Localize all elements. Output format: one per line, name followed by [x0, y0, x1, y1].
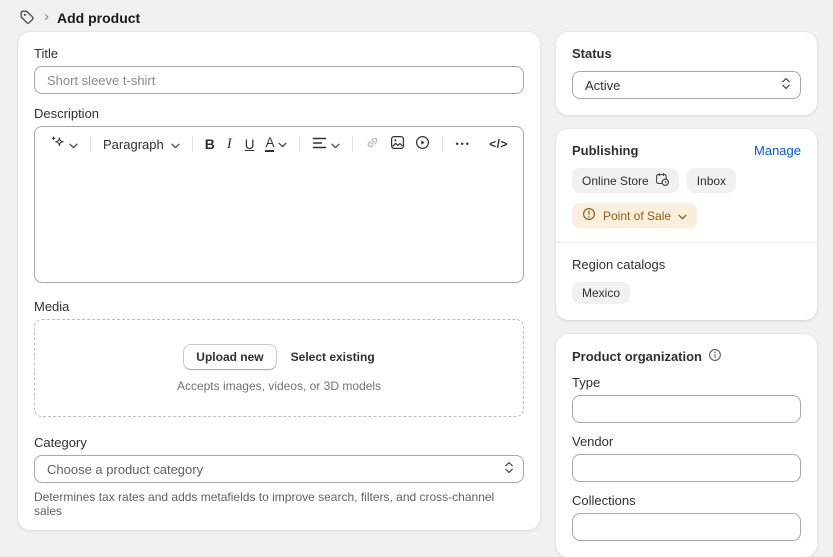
underline-button[interactable]: U [239, 134, 261, 155]
underline-label: U [244, 136, 255, 152]
description-editor: Paragraph B I U A ••• </> [34, 126, 524, 283]
category-label: Category [34, 435, 87, 450]
organization-header: Product organization [572, 348, 801, 365]
media-label: Media [34, 299, 70, 314]
products-tag-icon[interactable] [19, 9, 36, 26]
toolbar-divider [90, 136, 91, 152]
region-badge-mexico: Mexico [572, 282, 631, 304]
magic-text-button[interactable] [45, 132, 83, 156]
channel-badge-label: Online Store [582, 173, 649, 188]
media-section: Media Upload new Select existing Accepts… [34, 299, 524, 417]
select-existing-button[interactable]: Select existing [291, 350, 375, 364]
more-icon: ••• [455, 139, 471, 149]
chevron-down-icon [278, 136, 288, 151]
select-stepper-icon [504, 461, 514, 477]
status-select-value: Active [585, 77, 621, 93]
warning-channel-row: Point of Sale [572, 203, 801, 228]
page-title: Add product [57, 9, 141, 26]
category-select-value: Choose a product category [47, 461, 204, 477]
bold-label: B [204, 136, 215, 152]
publishing-header: Publishing Manage [572, 143, 801, 158]
description-textarea[interactable] [35, 161, 523, 282]
category-helper-text: Determines tax rates and adds metafields… [34, 490, 495, 518]
more-formatting-button[interactable]: ••• [450, 136, 475, 152]
status-select[interactable]: Active [572, 71, 801, 99]
select-stepper-icon [781, 77, 791, 93]
info-icon[interactable] [708, 348, 722, 365]
publishing-title: Publishing [572, 143, 639, 158]
product-organization-card: Product organization Type Vendor Collect… [556, 334, 817, 557]
channel-badge-inbox: Inbox [686, 168, 737, 193]
media-dropzone[interactable]: Upload new Select existing Accepts image… [34, 319, 524, 417]
sidebar: Status Active Publishing Manage Online S… [556, 32, 817, 557]
category-select[interactable]: Choose a product category [34, 455, 524, 483]
vendor-label: Vendor [572, 434, 614, 449]
publishing-card: Publishing Manage Online Store Inbox Poi… [556, 129, 817, 320]
status-card: Status Active [556, 32, 817, 115]
toolbar-divider [442, 136, 444, 152]
show-html-button[interactable]: </> [484, 134, 513, 154]
description-label: Description [34, 106, 100, 121]
collections-label: Collections [572, 493, 636, 508]
collections-field-group: Collections [572, 493, 801, 541]
paragraph-style-button[interactable]: Paragraph [98, 134, 185, 155]
text-color-label: A [265, 135, 275, 153]
text-color-button[interactable]: A [260, 133, 292, 155]
code-icon: </> [489, 137, 508, 151]
toolbar-divider [352, 136, 354, 152]
status-title: Status [572, 46, 612, 61]
calendar-clock-icon[interactable] [655, 172, 669, 189]
italic-label: I [226, 135, 232, 152]
insert-video-button[interactable] [410, 132, 435, 156]
vendor-field-group: Vendor [572, 434, 801, 482]
video-icon [415, 135, 430, 153]
insert-link-button[interactable] [360, 132, 385, 156]
breadcrumb-separator: › [44, 7, 49, 25]
chevron-down-icon [171, 137, 180, 152]
type-label: Type [572, 375, 601, 390]
card-divider [556, 242, 817, 243]
paragraph-label: Paragraph [103, 136, 164, 152]
upload-new-button[interactable]: Upload new [183, 343, 277, 370]
align-icon [312, 137, 327, 152]
title-label: Title [34, 46, 59, 61]
insert-image-button[interactable] [385, 132, 410, 156]
region-catalog-badges: Mexico [572, 282, 801, 304]
title-input[interactable] [34, 66, 524, 94]
collections-input[interactable] [572, 513, 801, 541]
region-badge-label: Mexico [582, 286, 621, 300]
warning-channel-label: Point of Sale [603, 208, 672, 223]
channel-badge-online-store: Online Store [572, 168, 679, 193]
product-details-card: Title Description P [18, 32, 540, 530]
category-section: Category Choose a product category Deter… [34, 435, 524, 518]
vendor-input[interactable] [572, 454, 801, 482]
toolbar-divider [299, 136, 301, 152]
chevron-down-icon [331, 137, 341, 152]
channel-badge-label: Inbox [696, 173, 727, 188]
chevron-down-icon [678, 209, 687, 223]
italic-button[interactable]: I [220, 133, 239, 156]
link-icon [365, 135, 380, 153]
region-catalogs-label: Region catalogs [572, 257, 666, 272]
bold-button[interactable]: B [200, 133, 220, 155]
alignment-button[interactable] [307, 134, 345, 155]
channel-badges: Online Store Inbox [572, 168, 801, 193]
chevron-down-icon [69, 137, 78, 152]
page-header: › Add product [0, 0, 833, 32]
description-section: Description Paragraph B I U A ••• </> [34, 106, 524, 283]
manage-publishing-link[interactable]: Manage [754, 143, 801, 158]
content-columns: Title Description P [0, 32, 833, 557]
editor-toolbar: Paragraph B I U A ••• </> [35, 127, 523, 161]
magic-icon [50, 135, 65, 153]
type-field-group: Type [572, 375, 801, 423]
warning-icon [582, 207, 596, 224]
image-icon [390, 135, 405, 153]
organization-title: Product organization [572, 349, 702, 364]
type-input[interactable] [572, 395, 801, 423]
toolbar-divider [191, 136, 193, 152]
title-section: Title [34, 46, 524, 94]
point-of-sale-badge[interactable]: Point of Sale [572, 203, 698, 228]
media-actions: Upload new Select existing [183, 343, 375, 370]
media-hint: Accepts images, videos, or 3D models [176, 378, 382, 393]
